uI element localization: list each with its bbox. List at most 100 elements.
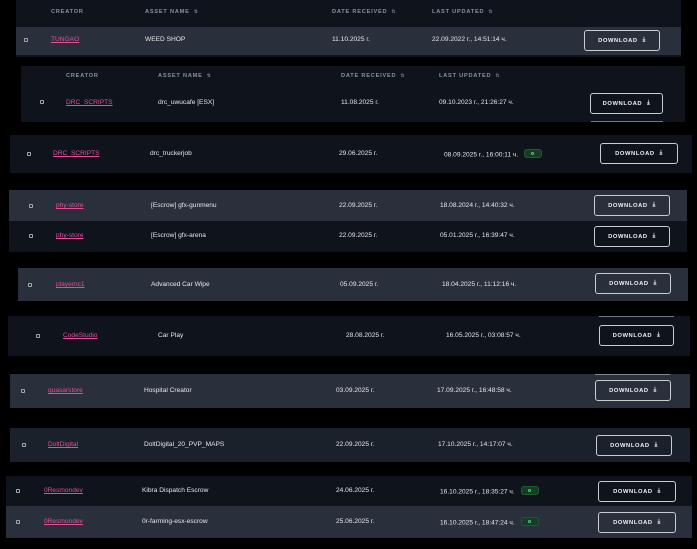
download-button[interactable]: DOWNLOAD ⤓ xyxy=(599,325,674,346)
date-received: 22.09.2025 г. xyxy=(339,202,378,209)
creator-link[interactable]: TUNGAO xyxy=(51,36,79,43)
download-icon: ⤓ xyxy=(657,332,661,338)
sort-icon: ⇅ xyxy=(193,9,199,15)
table-strip-2: CREATOR ASSET NAME ⇅ DATE RECEIVED ⇅ LAST … xyxy=(21,66,685,122)
creator-link[interactable]: DoltDigital xyxy=(48,441,78,448)
download-icon: ⤓ xyxy=(659,150,663,156)
date-received: 11.08.2025 г. xyxy=(341,99,379,106)
row-checkbox[interactable] xyxy=(16,520,20,524)
creator-link[interactable]: DRC_SCRIPTS xyxy=(53,150,100,157)
download-button[interactable]: DOWNLOAD ⤓ xyxy=(584,30,660,51)
download-button[interactable]: DOWNLOAD ⤓ xyxy=(598,512,676,533)
check-badge-icon xyxy=(520,486,539,495)
table-strip-4: phy-store [Escrow] gfx-gunmenu 22.09.202… xyxy=(9,190,687,252)
asset-name: 0r-farming-esx-escrow xyxy=(142,518,208,525)
last-updated: 16.10.2025 г., 18:35:27 ч. xyxy=(440,486,539,496)
last-updated: 08.09.2025 г., 16:00:11 ч. xyxy=(444,149,543,159)
last-updated: 16.05.2025 г., 03:08:57 ч. xyxy=(446,332,521,339)
asset-name: Car Play xyxy=(158,332,184,339)
asset-name: drc_truckerjob xyxy=(150,150,192,157)
download-button[interactable]: DOWNLOAD ⤓ xyxy=(595,273,671,294)
row-checkbox[interactable] xyxy=(27,152,31,156)
date-received: 22.09.2025 г. xyxy=(336,441,375,448)
table-row: 0Resmondev 0r-farming-esx-escrow 25.06.2… xyxy=(6,506,692,538)
row-checkbox[interactable] xyxy=(16,489,20,493)
date-received: 29.06.2025 г. xyxy=(339,150,378,157)
creator-link[interactable]: quasarstore xyxy=(48,387,83,394)
table-strip-8: DoltDigital DoltDigital_20_PVP_MAPS 22.0… xyxy=(10,428,690,462)
column-header-date-received[interactable]: DATE RECEIVED ⇅ xyxy=(332,9,396,15)
last-updated: 09.10.2023 г., 21:26:27 ч. xyxy=(439,99,514,106)
asset-name: Hospital Creator xyxy=(144,387,192,394)
download-button[interactable]: DOWNLOAD ⤓ xyxy=(594,226,670,247)
asset-name: drc_uwucafe [ESX] xyxy=(158,99,215,106)
column-header-asset-name[interactable]: ASSET NAME ⇅ xyxy=(145,9,199,15)
creator-link[interactable]: CodeStudio xyxy=(63,332,97,339)
table-strip-7: quasarstore Hospital Creator 03.09.2025 … xyxy=(10,374,690,408)
creator-link[interactable]: 0Resmondev xyxy=(44,487,83,494)
download-button[interactable]: DOWNLOAD ⤓ xyxy=(594,195,670,216)
last-updated: 16.10.2025 г., 18:47:24 ч. xyxy=(440,517,539,527)
table-row: phy-store [Escrow] gfx-gunmenu 22.09.202… xyxy=(9,190,687,221)
asset-name: Advanced Car Wipe xyxy=(151,281,210,288)
table-row: TUNGAO WEED SHOP 11.10.2025 г. 22.09.202… xyxy=(16,27,681,55)
date-received: 28.08.2025 г. xyxy=(346,332,385,339)
row-checkbox[interactable] xyxy=(22,443,26,447)
download-icon: ⤓ xyxy=(647,100,651,106)
download-button[interactable]: DOWNLOAD ⤓ xyxy=(590,93,663,114)
column-header-last-updated[interactable]: LAST UPDATED ⇅ xyxy=(439,73,500,79)
asset-name: Kibra Dispatch Escrow xyxy=(142,487,209,494)
row-checkbox[interactable] xyxy=(29,204,33,208)
download-icon: ⤓ xyxy=(652,233,656,239)
download-icon: ⤓ xyxy=(653,387,657,393)
column-header-last-updated[interactable]: LAST UPDATED ⇅ xyxy=(432,9,493,15)
table-strip-1: CREATOR ASSET NAME ⇅ DATE RECEIVED ⇅ LAST … xyxy=(16,0,681,57)
asset-name: [Escrow] gfx-gunmenu xyxy=(151,202,217,209)
last-updated: 18.08.2024 г., 14:40:32 ч. xyxy=(440,202,515,209)
table-strip-6: CodeStudio Car Play 28.08.2025 г. 16.05.… xyxy=(8,316,690,356)
creator-link[interactable]: 0Resmondev xyxy=(44,518,83,525)
table-row: 0Resmondev Kibra Dispatch Escrow 24.06.2… xyxy=(6,476,692,506)
download-icon: ⤓ xyxy=(652,202,656,208)
divider xyxy=(599,316,674,317)
asset-name: [Escrow] gfx-arena xyxy=(151,232,206,239)
column-header-creator[interactable]: CREATOR xyxy=(51,9,84,15)
row-checkbox[interactable] xyxy=(40,100,44,104)
download-icon: ⤓ xyxy=(653,280,657,286)
creator-link[interactable]: phy-store xyxy=(56,232,84,239)
download-icon: ⤓ xyxy=(654,442,658,448)
column-header-date-received[interactable]: DATE RECEIVED ⇅ xyxy=(341,73,405,79)
column-header-asset-name[interactable]: ASSET NAME ⇅ xyxy=(158,73,212,79)
row-checkbox[interactable] xyxy=(28,283,32,287)
date-received: 24.06.2025 г. xyxy=(336,487,375,494)
date-received: 22.09.2025 г. xyxy=(339,232,378,239)
column-header-creator[interactable]: CREATOR xyxy=(66,73,99,79)
table-strip-9: 0Resmondev Kibra Dispatch Escrow 24.06.2… xyxy=(6,476,692,538)
date-received: 25.06.2025 г. xyxy=(336,518,375,525)
download-button[interactable]: DOWNLOAD ⤓ xyxy=(595,380,671,401)
row-checkbox[interactable] xyxy=(29,234,33,238)
creator-link[interactable]: DRC_SCRIPTS xyxy=(66,99,113,106)
table-row: phy-store [Escrow] gfx-arena 22.09.2025 … xyxy=(9,221,687,252)
creator-link[interactable]: phy-store xyxy=(56,202,84,209)
row-checkbox[interactable] xyxy=(24,38,28,42)
row-checkbox[interactable] xyxy=(36,334,40,338)
row-checkbox[interactable] xyxy=(21,389,25,393)
divider xyxy=(595,374,670,375)
download-button[interactable]: DOWNLOAD ⤓ xyxy=(596,435,672,456)
date-received: 03.09.2025 г. xyxy=(336,387,375,394)
table-strip-3: DRC_SCRIPTS drc_truckerjob 29.06.2025 г.… xyxy=(10,135,692,173)
creator-link[interactable]: playernc1 xyxy=(56,281,85,288)
download-icon: ⤓ xyxy=(642,37,646,43)
table-row: DRC_SCRIPTS drc_uwucafe [ESX] 11.08.2025… xyxy=(21,88,685,120)
last-updated: 17.09.2025 г., 16:48:58 ч. xyxy=(437,387,512,394)
download-icon: ⤓ xyxy=(657,519,661,525)
last-updated: 17.10.2025 г., 14:17:07 ч. xyxy=(438,441,513,448)
download-button[interactable]: DOWNLOAD ⤓ xyxy=(600,143,678,164)
sort-icon: ⇅ xyxy=(488,9,494,15)
asset-name: WEED SHOP xyxy=(145,36,186,43)
download-button[interactable]: DOWNLOAD ⤓ xyxy=(598,481,676,502)
asset-name: DoltDigital_20_PVP_MAPS xyxy=(144,441,225,448)
sort-icon: ⇅ xyxy=(495,73,501,79)
divider xyxy=(591,121,663,122)
